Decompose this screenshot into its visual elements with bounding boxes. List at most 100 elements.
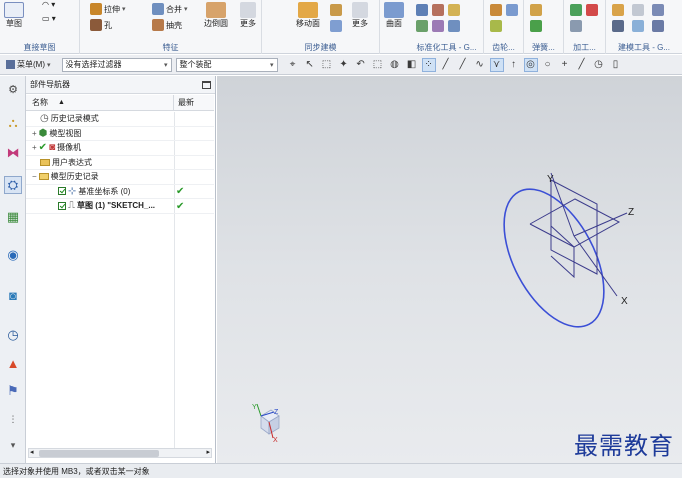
sync-tool-1-icon[interactable]	[330, 4, 342, 16]
section-view-icon[interactable]: ◧	[405, 58, 419, 72]
model-tool-4-icon[interactable]	[612, 20, 624, 32]
model-tool-6-icon[interactable]	[652, 20, 664, 32]
view-triad[interactable]: Y Z X	[252, 403, 280, 444]
std-tool-6-icon[interactable]	[448, 20, 460, 32]
selection-filter-dropdown[interactable]: 没有选择过滤器 ▾	[61, 57, 172, 72]
datum-plane-xz[interactable]	[529, 198, 621, 248]
model-tool-3-icon[interactable]	[652, 4, 664, 16]
gear-tool-1-icon[interactable]	[490, 4, 502, 16]
snap-midpoint-icon[interactable]: ╱	[456, 58, 470, 72]
column-header-name[interactable]: 名称 ▲	[26, 95, 174, 110]
std-tool-2-icon[interactable]	[432, 4, 444, 16]
gear-tool-2-icon[interactable]	[506, 4, 518, 16]
snap-intersection-icon[interactable]: ⋎	[489, 57, 504, 72]
collapse-icon[interactable]: −	[32, 172, 37, 181]
std-tool-3-icon[interactable]	[448, 4, 460, 16]
select-tool-icon[interactable]: ↖	[303, 58, 317, 72]
part-navigator-icon[interactable]: ⛭	[4, 176, 22, 194]
snap-tangent-icon[interactable]: ↑	[507, 58, 521, 72]
spring-tool-1-icon[interactable]	[530, 4, 542, 16]
more-resources-icon[interactable]: ⋮	[4, 410, 22, 428]
scrollbar-thumb[interactable]	[39, 450, 159, 457]
sketch-circle[interactable]	[483, 173, 624, 343]
tree-row-datum-csys[interactable]: ⊹ 基准坐标系 (0) ✔	[26, 185, 214, 199]
spring-tool-2-icon[interactable]	[530, 20, 542, 32]
datum-axis-y[interactable]	[550, 172, 575, 237]
more-sync-button[interactable]: 更多	[352, 2, 368, 29]
tree-row-user-expressions[interactable]: 用户表达式	[26, 156, 214, 170]
select-mode-icon[interactable]: ⬚	[320, 58, 334, 72]
menu-label: 菜单(M)	[17, 60, 45, 69]
sketch-rectangle-icon[interactable]: ▭ ▾	[42, 14, 56, 23]
viewport-canvas[interactable]: Y Z X Y Z X	[217, 76, 682, 463]
reuse-library-icon[interactable]: ▦	[4, 208, 22, 226]
model-tool-5-icon[interactable]	[632, 20, 644, 32]
scroll-right-icon[interactable]: ▸	[206, 448, 210, 456]
model-tool-1-icon[interactable]	[612, 4, 624, 16]
maximize-icon[interactable]	[202, 80, 211, 89]
snap-curve-icon[interactable]: ∿	[473, 58, 487, 72]
navigator-tree: ◷ 历史记录模式 + ⬢ 模型视图 + ✔ ◙ 摄像机 用户表达式 − 模型历史…	[26, 112, 214, 214]
tree-row-sketch[interactable]: ⎍ 草图 (1) "SKETCH_... ✔	[26, 199, 214, 214]
menu-button[interactable]: 菜单(M) ▾	[3, 57, 54, 73]
std-tool-1-icon[interactable]	[416, 4, 428, 16]
scroll-down-icon[interactable]: ▾	[4, 436, 22, 454]
edge-blend-button[interactable]: 边倒圆	[204, 2, 228, 29]
machining-tool-3-icon[interactable]	[570, 20, 582, 32]
machining-tool-1-icon[interactable]	[570, 4, 582, 16]
process-studio-icon[interactable]: ▲	[4, 354, 22, 372]
history-icon[interactable]: ◷	[4, 326, 22, 344]
tree-row-history-mode[interactable]: ◷ 历史记录模式	[26, 112, 214, 127]
snap-bounded-icon[interactable]: ▯	[609, 58, 623, 72]
tree-row-model-history[interactable]: − 模型历史记录	[26, 170, 214, 185]
hole-label: 孔	[104, 20, 112, 30]
std-tool-4-icon[interactable]	[416, 20, 428, 32]
more-features-button[interactable]: 更多	[240, 2, 256, 29]
sketch-button[interactable]: 草图	[4, 2, 24, 29]
std-tool-5-icon[interactable]	[432, 20, 444, 32]
snap-endpoint-icon[interactable]: ╱	[439, 58, 453, 72]
tree-row-cameras[interactable]: + ✔ ◙ 摄像机	[26, 141, 214, 156]
snap-on-face-icon[interactable]: ◷	[592, 58, 606, 72]
unite-button[interactable]: 合并 ▾	[152, 3, 188, 15]
datum-axis-x[interactable]	[573, 235, 618, 297]
expand-icon[interactable]: +	[32, 143, 37, 152]
shell-button[interactable]: 抽壳	[152, 19, 182, 31]
model-tool-2-icon[interactable]	[632, 4, 644, 16]
gear-tool-3-icon[interactable]	[490, 20, 502, 32]
edge-blend-label: 边倒圆	[204, 19, 228, 28]
render-style-icon[interactable]: ◍	[388, 58, 402, 72]
snap-existing-point-icon[interactable]: +	[558, 58, 572, 72]
hole-button[interactable]: 孔	[90, 19, 112, 31]
column-header-new[interactable]: 最新	[174, 95, 194, 110]
snap-center-icon[interactable]: ◎	[523, 57, 538, 72]
extrude-button[interactable]: 拉伸 ▾	[90, 3, 126, 15]
web-browser-icon[interactable]: ◙	[4, 286, 22, 304]
snap-on-curve-icon[interactable]: ╱	[575, 58, 589, 72]
selection-scope-dropdown[interactable]: 整个装配 ▾	[175, 57, 278, 72]
snap-toggle-icon[interactable]: ✦	[337, 58, 351, 72]
select-rect-icon[interactable]: ⬚	[371, 58, 385, 72]
general-select-icon[interactable]: ⌖	[286, 58, 300, 72]
role-icon[interactable]: ⚑	[4, 382, 22, 400]
navigator-horizontal-scrollbar[interactable]: ◂ ▸	[28, 448, 212, 458]
expand-icon[interactable]: +	[32, 129, 37, 138]
tree-row-model-views[interactable]: + ⬢ 模型视图	[26, 127, 214, 141]
constraint-navigator-icon[interactable]: ⧓	[4, 144, 22, 162]
visibility-checkbox[interactable]	[58, 187, 66, 196]
graphics-window[interactable]: Y Z X Y Z X 最需教育	[217, 76, 682, 463]
sketch-tool-arc-icon[interactable]: ◠ ▾	[42, 0, 55, 9]
settings-gear-icon[interactable]: ⚙	[4, 80, 22, 98]
hd3d-tools-icon[interactable]: ◉	[4, 246, 22, 264]
visibility-checkbox[interactable]	[58, 201, 66, 210]
move-face-button[interactable]: 移动面	[296, 2, 320, 29]
datum-csys-triad[interactable]	[529, 172, 628, 297]
sync-tool-2-icon[interactable]	[330, 20, 342, 32]
scroll-left-icon[interactable]: ◂	[30, 448, 34, 456]
undo-select-icon[interactable]: ↶	[354, 58, 368, 72]
snap-quadrant-icon[interactable]: ○	[541, 58, 555, 72]
snap-point-icon[interactable]: ⁘	[421, 57, 436, 72]
surface-button[interactable]: 曲面	[384, 2, 404, 29]
machining-tool-2-icon[interactable]	[586, 4, 598, 16]
assembly-navigator-icon[interactable]: ⛬	[4, 114, 22, 132]
